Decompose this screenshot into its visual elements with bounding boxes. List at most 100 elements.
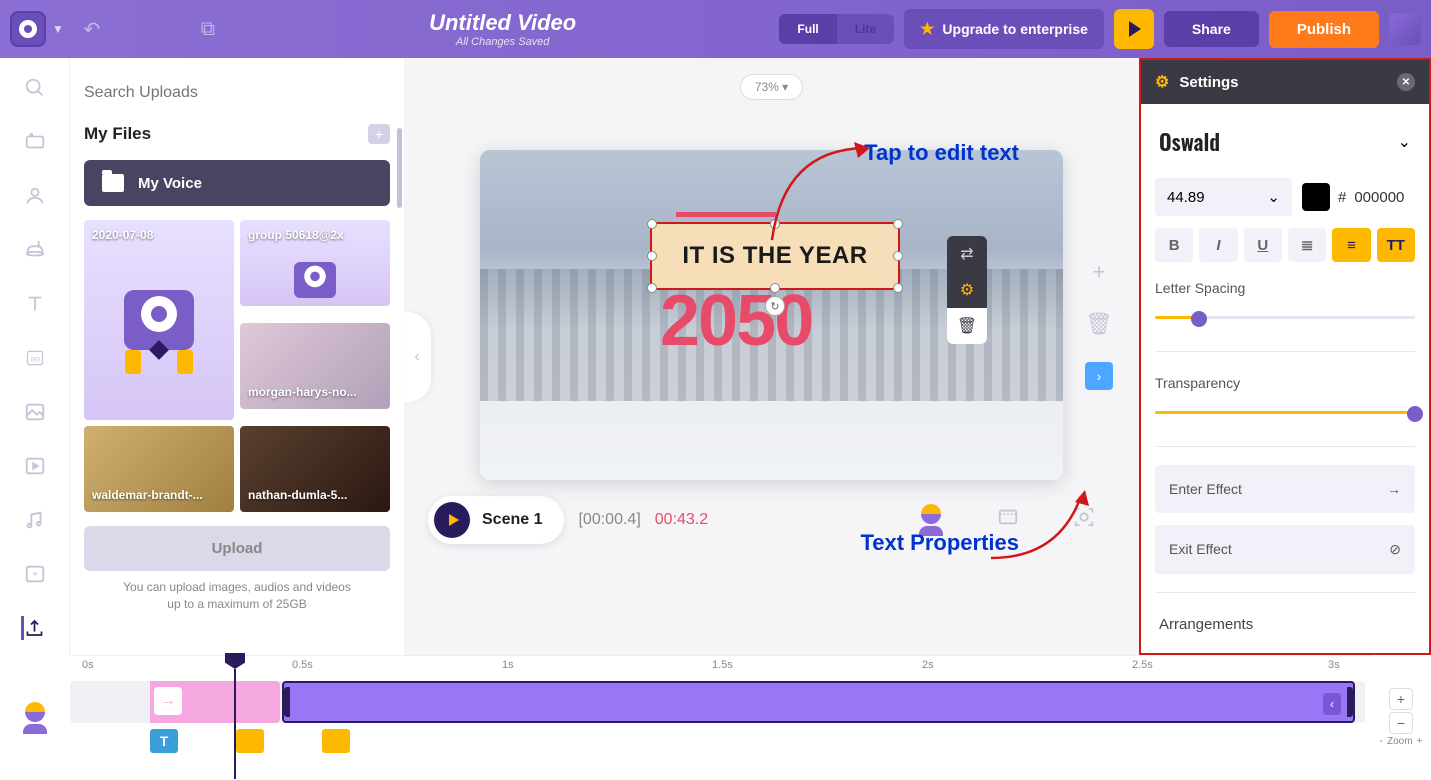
character-track-icon[interactable]	[23, 702, 47, 734]
color-picker[interactable]: # 000000	[1302, 178, 1415, 216]
clip-handle[interactable]	[1347, 687, 1353, 717]
clip-handle[interactable]	[284, 687, 290, 717]
exit-effect-button[interactable]: Exit Effect ⊘	[1155, 525, 1415, 574]
upload-thumb[interactable]: morgan-harys-no...	[240, 323, 390, 409]
resize-handle[interactable]	[647, 251, 657, 261]
undo-icon[interactable]: ↶	[74, 17, 110, 42]
upload-note: You can upload images, audios and videos…	[84, 579, 390, 613]
letter-spacing-label: Letter Spacing	[1155, 280, 1415, 296]
upload-thumb[interactable]: nathan-dumla-5...	[240, 426, 390, 512]
resize-handle[interactable]	[893, 219, 903, 229]
search-input[interactable]	[84, 70, 390, 116]
annotation-arrow-icon	[989, 488, 1089, 568]
props-icon[interactable]	[23, 238, 47, 262]
year-text[interactable]: 2050	[660, 280, 812, 362]
scrollbar[interactable]	[397, 128, 402, 208]
slider-thumb[interactable]	[1407, 406, 1423, 422]
font-select[interactable]: Oswald ⌄	[1155, 118, 1415, 166]
zoom-in-button[interactable]: +	[1389, 688, 1413, 710]
search-icon[interactable]	[23, 76, 47, 100]
logo-area[interactable]: ▼	[10, 11, 64, 47]
main-area: BG + My Files + My Voice 2020-07-08 grou…	[0, 58, 1431, 655]
upload-thumb[interactable]: group 50618@2x	[240, 220, 390, 306]
trash-icon[interactable]: 🗑	[947, 308, 987, 344]
delete-icon[interactable]: 🗑	[1085, 310, 1113, 338]
text-icon[interactable]	[23, 292, 47, 316]
my-files-title: My Files	[84, 124, 151, 144]
next-icon[interactable]: ›	[1085, 362, 1113, 390]
folder-my-voice[interactable]: My Voice	[84, 160, 390, 206]
share-button[interactable]: Share	[1164, 11, 1259, 47]
files-panel: My Files + My Voice 2020-07-08 group 506…	[70, 58, 404, 655]
upload-button[interactable]: Upload	[84, 526, 390, 571]
lite-mode-button[interactable]: Lite	[837, 14, 894, 44]
scene-chip[interactable]: Scene 1	[428, 496, 564, 544]
close-icon[interactable]: ✕	[1397, 73, 1415, 91]
case-button[interactable]: TT	[1377, 228, 1415, 262]
scene-clip[interactable]: ‹	[282, 681, 1355, 723]
preview-play-button[interactable]	[1114, 9, 1154, 49]
timeline-body[interactable]: 0s 0.5s 1s 1.5s 2s 2.5s 3s → ‹ T	[70, 655, 1371, 780]
resize-handle[interactable]	[893, 283, 903, 293]
video-title[interactable]: Untitled Video	[236, 10, 770, 36]
track-tags: T	[70, 727, 1371, 753]
enter-effect-button[interactable]: Enter Effect →	[1155, 465, 1415, 513]
chevron-left-icon[interactable]: ‹	[1323, 693, 1341, 715]
effects-icon[interactable]: +	[23, 562, 47, 586]
swap-icon[interactable]: ⇄	[947, 236, 987, 272]
chevron-down-icon: ⌄	[1398, 132, 1411, 152]
upgrade-button[interactable]: ★ Upgrade to enterprise	[904, 9, 1104, 49]
resize-handle[interactable]	[647, 219, 657, 229]
scene-play-button[interactable]	[434, 502, 470, 538]
video-icon[interactable]	[23, 130, 47, 154]
upload-thumb[interactable]: 2020-07-08	[84, 220, 234, 420]
slider-thumb[interactable]	[1191, 311, 1207, 327]
track-tag[interactable]	[322, 729, 350, 753]
font-size-select[interactable]: 44.89 ⌄	[1155, 178, 1292, 216]
bold-button[interactable]: B	[1155, 228, 1193, 262]
italic-button[interactable]: I	[1199, 228, 1237, 262]
resize-handle[interactable]	[893, 251, 903, 261]
add-icon[interactable]: +	[1085, 258, 1113, 286]
background-icon[interactable]: BG	[23, 346, 47, 370]
scene-track[interactable]: → ‹	[70, 681, 1365, 723]
text-track-tag[interactable]: T	[150, 729, 178, 753]
app-logo-icon	[10, 11, 46, 47]
underline-button[interactable]: U	[1244, 228, 1282, 262]
ruler-mark: 0.5s	[292, 659, 313, 671]
enter-effect-label: Enter Effect	[1169, 481, 1242, 497]
publish-button[interactable]: Publish	[1269, 11, 1379, 48]
copy-icon[interactable]: ⧉	[190, 18, 226, 41]
align-center-button[interactable]: ≡	[1332, 228, 1370, 262]
play-icon	[449, 514, 459, 526]
zoom-out-button[interactable]: −	[1389, 712, 1413, 734]
list-button[interactable]: ≣	[1288, 228, 1326, 262]
resize-handle[interactable]	[770, 283, 780, 293]
timeline-zoom: + − -Zoom+	[1371, 655, 1431, 780]
rotate-handle[interactable]: ↻	[765, 296, 785, 316]
image-icon[interactable]	[23, 400, 47, 424]
audio-icon[interactable]	[23, 508, 47, 532]
resize-handle[interactable]	[647, 283, 657, 293]
letter-spacing-slider[interactable]	[1155, 316, 1415, 319]
arrangements-label: Arrangements	[1155, 610, 1415, 639]
character-icon[interactable]	[23, 184, 47, 208]
canvas-area: ‹ 73% ▾ Tap to edit text Text Properties…	[404, 58, 1139, 655]
user-avatar[interactable]	[1389, 13, 1421, 45]
font-size-value: 44.89	[1167, 189, 1205, 206]
none-icon: ⊘	[1389, 541, 1401, 558]
play-icon	[1129, 21, 1141, 37]
full-mode-button[interactable]: Full	[779, 14, 836, 44]
star-icon: ★	[920, 19, 934, 39]
scenes-icon[interactable]	[23, 454, 47, 478]
annotation-arrow-icon	[764, 140, 874, 250]
folder-icon	[102, 174, 124, 192]
gear-icon[interactable]: ⚙	[947, 272, 987, 308]
playhead[interactable]	[235, 653, 245, 779]
collapse-panel-button[interactable]: ‹	[403, 312, 431, 402]
upload-thumb[interactable]: waldemar-brandt-...	[84, 426, 234, 512]
add-folder-button[interactable]: +	[368, 124, 390, 144]
transparency-slider[interactable]	[1155, 411, 1415, 414]
upload-tab-icon[interactable]	[21, 616, 45, 640]
zoom-level[interactable]: 73% ▾	[740, 74, 803, 100]
